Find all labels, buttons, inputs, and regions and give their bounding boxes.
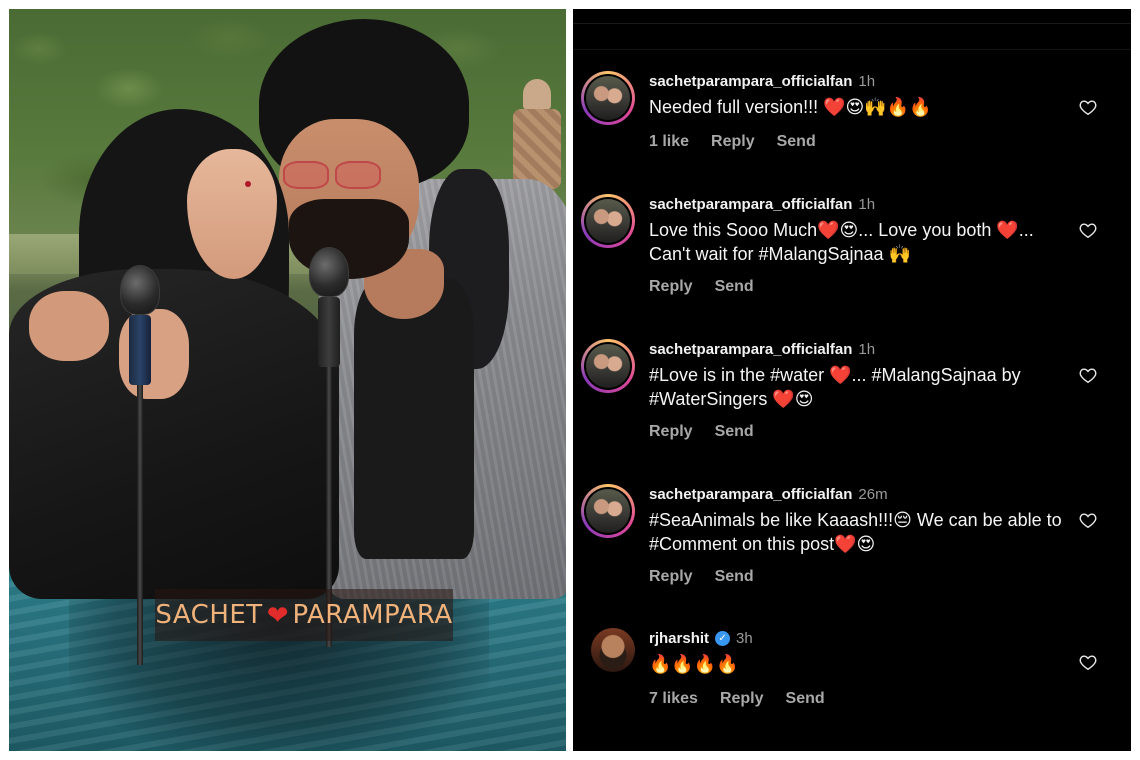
video-frame-photo: SACHET ❤ PARAMPARA (9, 9, 566, 751)
comment-username[interactable]: sachetparampara_officialfan (649, 341, 852, 358)
comment-text: #Love is in the #water ❤️... #MalangSajn… (649, 365, 1021, 409)
heart-outline-icon[interactable] (1079, 654, 1097, 670)
send-button[interactable]: Send (715, 423, 754, 441)
caption-heart-icon: ❤ (266, 600, 289, 630)
comment-text: #SeaAnimals be like Kaaash!!!😔 We can be… (649, 510, 1062, 554)
send-button[interactable]: Send (715, 568, 754, 586)
send-button[interactable]: Send (715, 278, 754, 296)
reply-button[interactable]: Reply (720, 690, 764, 708)
comment-username[interactable]: rjharshit (649, 630, 709, 647)
avatar[interactable] (581, 339, 635, 393)
comment-time: 3h (736, 629, 753, 647)
comment-time: 1h (858, 195, 876, 213)
comment-meta: sachetparampara_officialfan 1h (649, 339, 875, 359)
likes-count[interactable]: 7 likes (649, 690, 698, 708)
reply-button[interactable]: Reply (649, 278, 693, 296)
heart-outline-icon[interactable] (1079, 222, 1097, 238)
avatar[interactable] (581, 194, 635, 248)
comment-time: 1h (858, 340, 876, 358)
comment-text: 🔥🔥🔥🔥 (649, 654, 739, 674)
comment-meta: sachetparampara_officialfan 26m (649, 484, 888, 504)
comment-text: Love this Sooo Much❤️😍... Love you both … (649, 220, 1034, 264)
comment-actions: Reply Send (649, 278, 754, 296)
divider (573, 49, 1131, 50)
comment-text: Needed full version!!! ❤️😍🙌🔥🔥 (649, 97, 932, 117)
divider (573, 23, 1131, 24)
heart-outline-icon[interactable] (1079, 367, 1097, 383)
comments-panel[interactable]: sachetparampara_officialfan 1h Needed fu… (573, 9, 1131, 751)
comment-meta: sachetparampara_officialfan 1h (649, 71, 875, 91)
avatar[interactable] (581, 71, 635, 125)
send-button[interactable]: Send (786, 690, 825, 708)
reply-button[interactable]: Reply (711, 133, 755, 151)
comment-actions: 7 likes Reply Send (649, 690, 825, 708)
caption-left-text: SACHET (155, 600, 263, 630)
comment-time: 26m (858, 485, 888, 503)
likes-count[interactable]: 1 like (649, 133, 689, 151)
heart-outline-icon[interactable] (1079, 512, 1097, 528)
avatar[interactable] (591, 628, 635, 672)
comment-username[interactable]: sachetparampara_officialfan (649, 196, 852, 213)
collage-frame: SACHET ❤ PARAMPARA sachetparampara_offic… (0, 0, 1140, 760)
comment-actions: Reply Send (649, 423, 754, 441)
video-caption: SACHET ❤ PARAMPARA (155, 589, 453, 641)
comment-time: 1h (858, 72, 876, 90)
reply-button[interactable]: Reply (649, 568, 693, 586)
comment-meta: sachetparampara_officialfan 1h (649, 194, 875, 214)
microphone-right (309, 247, 349, 647)
send-button[interactable]: Send (777, 133, 816, 151)
comment-meta: rjharshit ✓ 3h (649, 628, 753, 648)
reply-button[interactable]: Reply (649, 423, 693, 441)
avatar[interactable] (581, 484, 635, 538)
verified-badge-icon: ✓ (715, 630, 731, 646)
comment-actions: Reply Send (649, 568, 754, 586)
heart-outline-icon[interactable] (1079, 99, 1097, 115)
comment-actions: 1 like Reply Send (649, 133, 816, 151)
caption-right-text: PARAMPARA (292, 600, 453, 630)
comment-username[interactable]: sachetparampara_officialfan (649, 486, 852, 503)
comment-username[interactable]: sachetparampara_officialfan (649, 73, 852, 90)
microphone-left (120, 265, 160, 665)
